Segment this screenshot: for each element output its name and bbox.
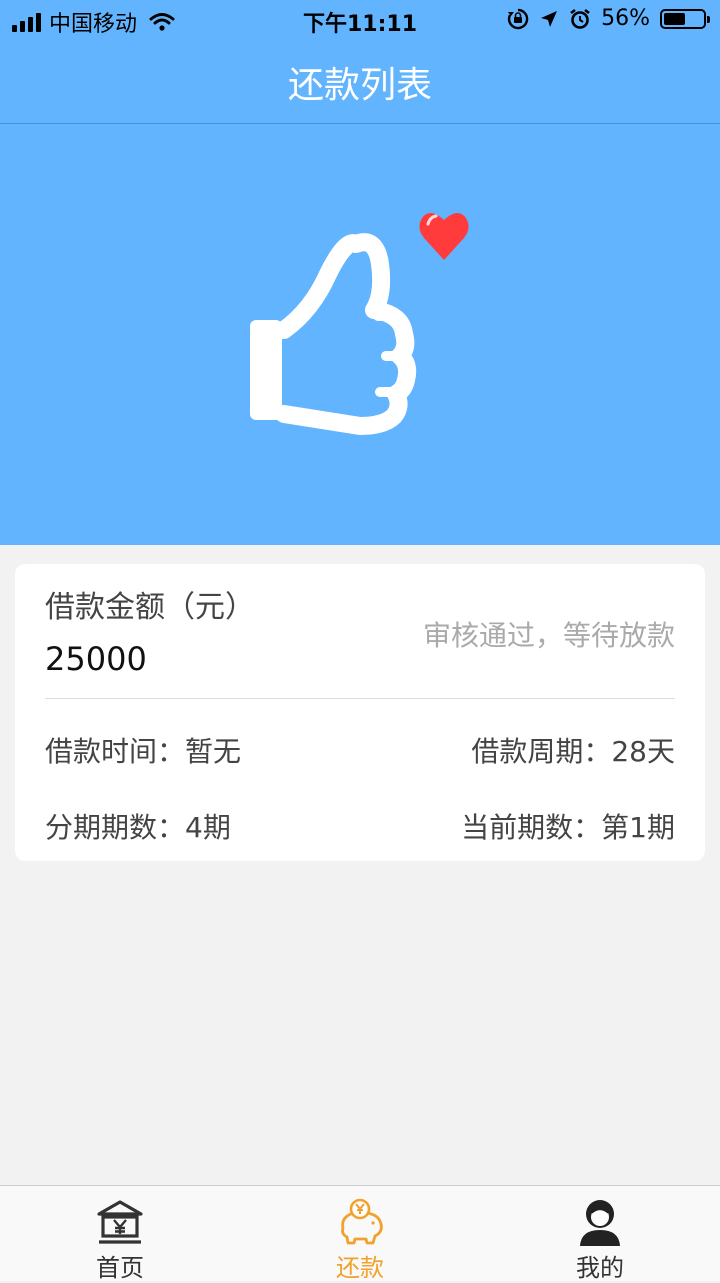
tab-profile-label: 我的	[576, 1254, 624, 1282]
tab-repayment[interactable]: 还款	[240, 1186, 480, 1282]
amount-value: 25000	[45, 640, 147, 678]
tab-bar: 首页 还款 我的	[0, 1185, 720, 1282]
piggy-bank-icon	[341, 1198, 383, 1245]
page-title: 还款列表	[287, 65, 432, 106]
bank-icon	[97, 1200, 143, 1244]
loan-card[interactable]: 借款金额（元） 25000 审核通过，等待放款 借款时间：暂无 借款周期：28天…	[15, 564, 705, 861]
amount-label: 借款金额（元）	[45, 590, 255, 625]
installment-count: 分期期数：4期	[45, 811, 231, 844]
tab-home[interactable]: 首页	[0, 1186, 240, 1282]
location-icon	[541, 10, 558, 27]
battery-percent: 56%	[601, 6, 650, 31]
header: 中国移动 下午11:11 56% 还款列表	[0, 0, 720, 124]
loan-status: 审核通过，等待放款	[422, 619, 675, 652]
status-bar: 中国移动 下午11:11 56%	[0, 0, 720, 40]
card-divider	[45, 698, 675, 699]
tab-home-label: 首页	[96, 1254, 144, 1282]
banner	[0, 124, 720, 545]
tab-repayment-label: 还款	[336, 1254, 384, 1282]
loan-period: 借款周期：28天	[471, 735, 675, 768]
heart-icon	[419, 212, 469, 260]
tab-profile[interactable]: 我的	[480, 1186, 720, 1282]
thumbs-up-icon	[250, 233, 417, 435]
battery-icon	[660, 8, 710, 29]
alarm-icon	[570, 8, 590, 29]
rotation-lock-icon	[507, 8, 529, 29]
loan-time: 借款时间：暂无	[45, 735, 242, 768]
current-installment: 当前期数：第1期	[461, 811, 675, 844]
user-icon	[580, 1200, 620, 1246]
